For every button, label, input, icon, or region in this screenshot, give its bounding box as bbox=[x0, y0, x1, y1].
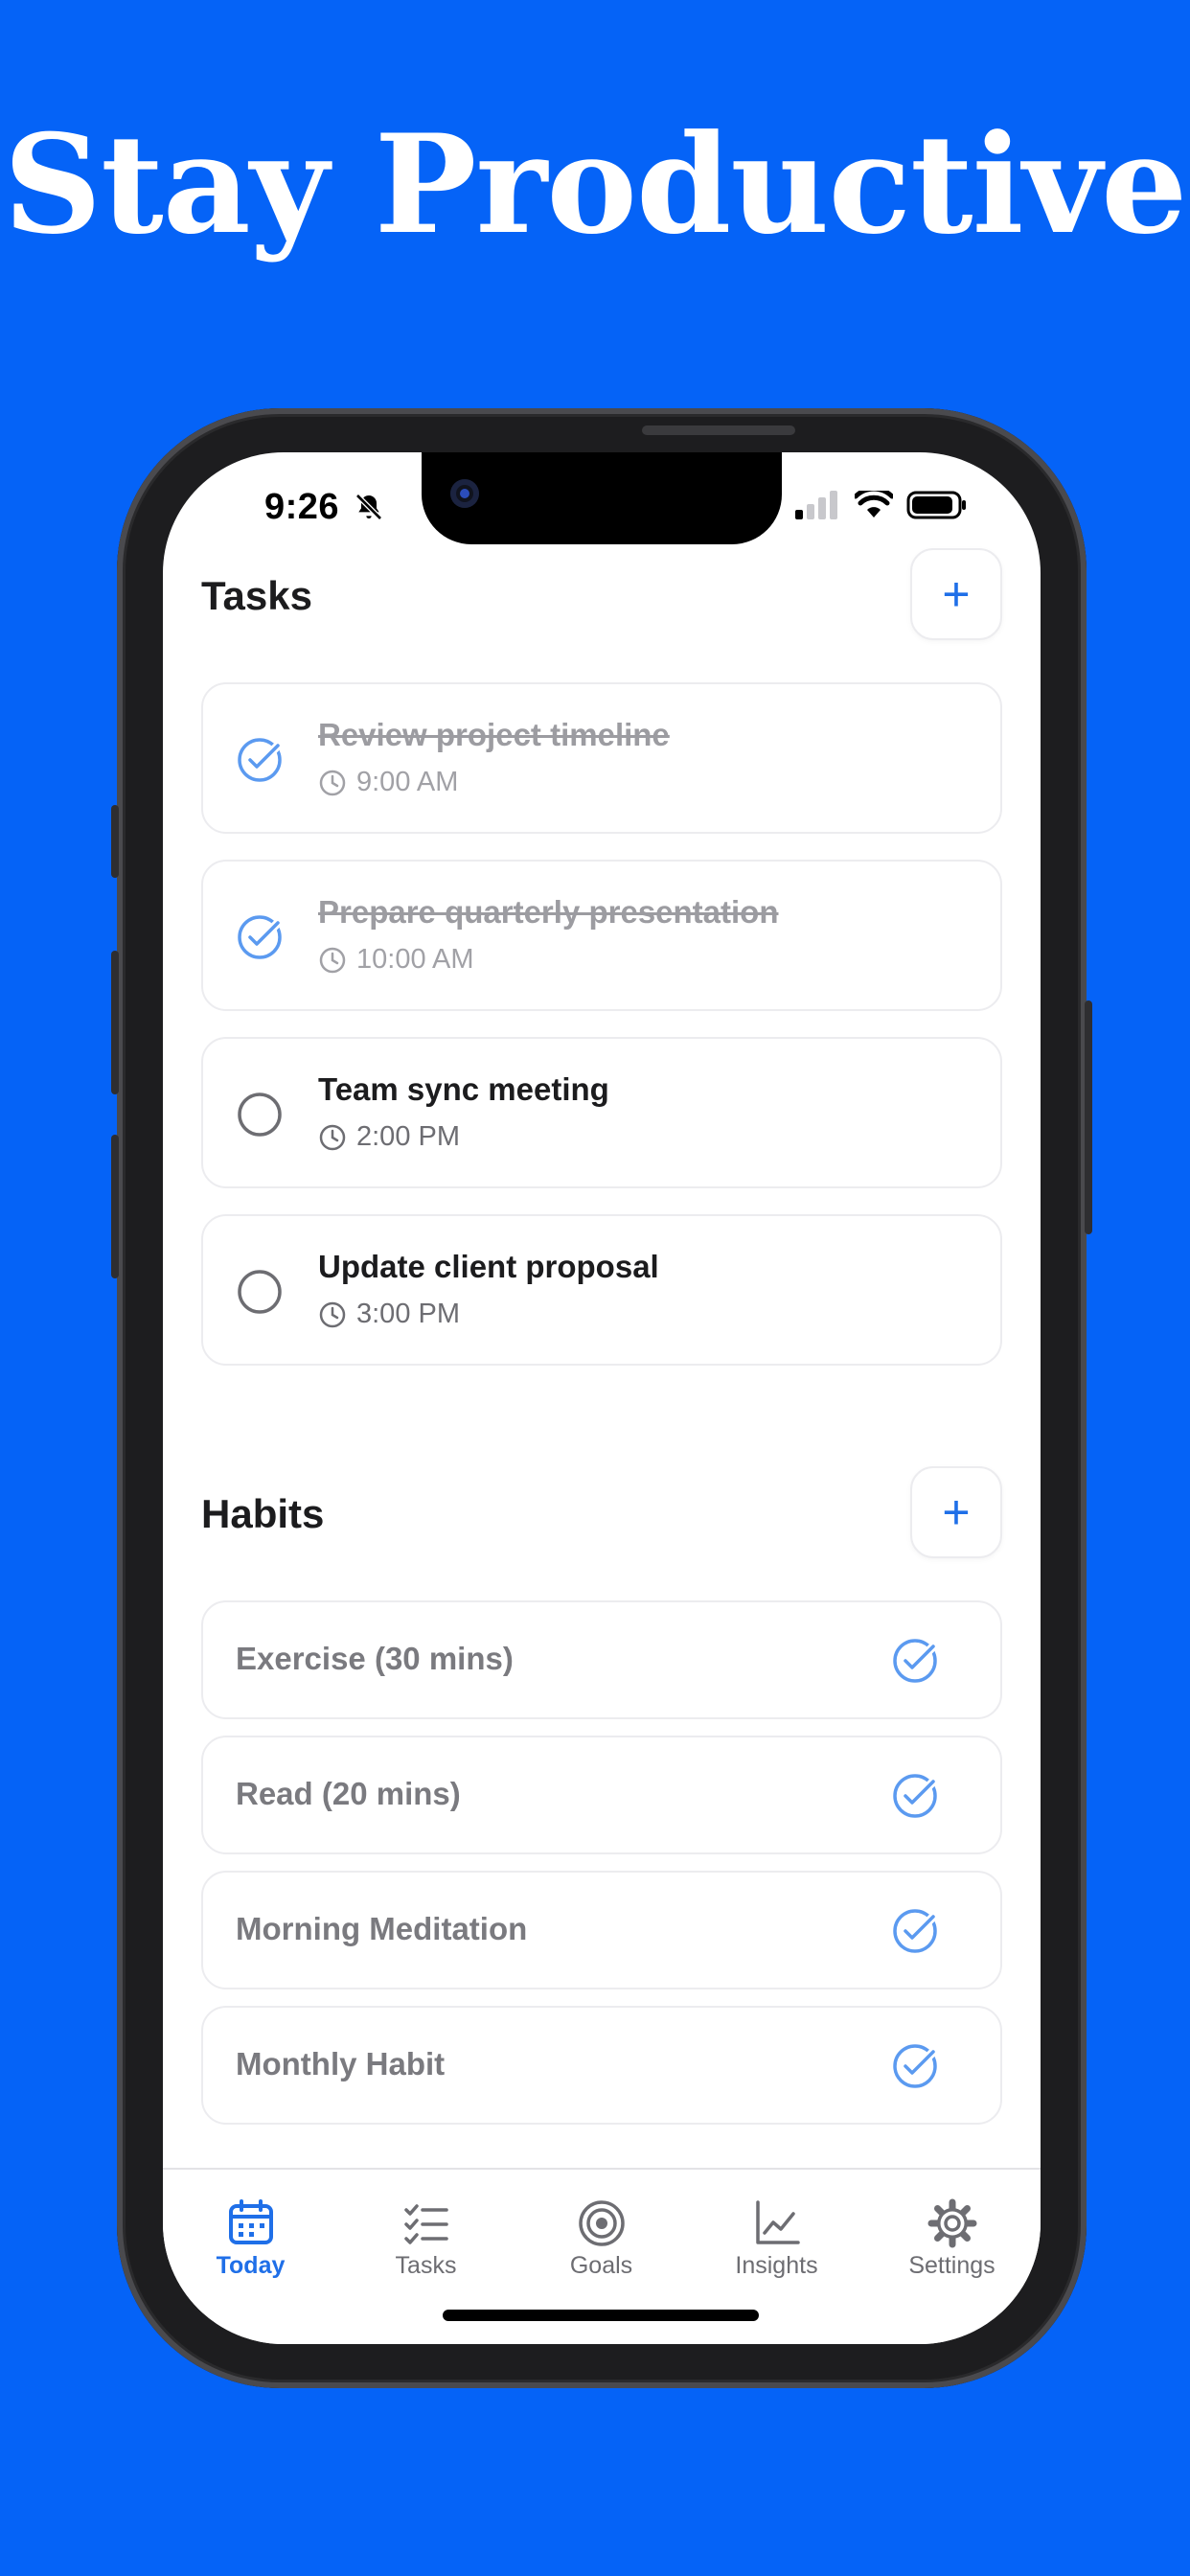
phone-screen: 9:26 Tasks + Review project timeline 9:0… bbox=[163, 452, 1041, 2344]
clock-icon bbox=[319, 947, 346, 973]
front-camera bbox=[450, 479, 479, 508]
tab-label: Today bbox=[216, 2252, 286, 2279]
task-title: Review project timeline bbox=[318, 717, 670, 752]
earpiece-speaker bbox=[642, 426, 795, 435]
task-card[interactable]: Update client proposal 3:00 PM bbox=[201, 1214, 1002, 1366]
gear-icon bbox=[927, 2198, 976, 2248]
tab-today[interactable]: Today bbox=[163, 2198, 338, 2280]
silent-switch bbox=[111, 805, 119, 878]
tab-settings[interactable]: Settings bbox=[864, 2198, 1040, 2280]
tasks-header: Tasks + bbox=[201, 548, 1002, 640]
task-title: Team sync meeting bbox=[318, 1071, 609, 1107]
clock-icon bbox=[319, 1301, 346, 1327]
cellular-signal-icon bbox=[795, 491, 837, 519]
habit-card[interactable]: Read (20 mins) bbox=[201, 1736, 1002, 1854]
tasks-title: Tasks bbox=[201, 573, 312, 618]
tab-label: Settings bbox=[908, 2252, 995, 2279]
add-habit-button[interactable]: + bbox=[910, 1466, 1002, 1558]
task-card[interactable]: Prepare quarterly presentation 10:00 AM bbox=[201, 860, 1002, 1011]
task-time: 10:00 AM bbox=[318, 944, 474, 976]
home-indicator bbox=[443, 2310, 759, 2321]
checkmark-circle-icon[interactable] bbox=[891, 2042, 939, 2090]
task-card[interactable]: Team sync meeting 2:00 PM bbox=[201, 1037, 1002, 1188]
habit-card[interactable]: Morning Meditation bbox=[201, 1871, 1002, 1990]
power-button bbox=[1085, 1000, 1092, 1234]
habits-header: Habits + bbox=[201, 1466, 1002, 1558]
tab-label: Insights bbox=[735, 2252, 818, 2279]
task-time: 2:00 PM bbox=[318, 1121, 460, 1153]
tab-label: Tasks bbox=[395, 2252, 457, 2279]
volume-down-button bbox=[111, 1135, 119, 1278]
volume-up-button bbox=[111, 951, 119, 1094]
tab-insights[interactable]: Insights bbox=[689, 2198, 864, 2280]
tab-label: Goals bbox=[569, 2252, 633, 2279]
tab-tasks[interactable]: Tasks bbox=[338, 2198, 514, 2280]
calendar-icon bbox=[228, 2199, 273, 2244]
clock-icon bbox=[319, 770, 346, 795]
wifi-icon bbox=[855, 491, 893, 518]
checklist-icon bbox=[403, 2204, 448, 2244]
habit-label: Monthly Habit bbox=[236, 2046, 446, 2082]
checkmark-circle-icon[interactable] bbox=[236, 736, 284, 784]
battery-icon bbox=[906, 491, 966, 519]
notch bbox=[422, 452, 782, 544]
chart-icon bbox=[755, 2200, 800, 2244]
task-time: 3:00 PM bbox=[318, 1299, 460, 1330]
habit-card[interactable]: Exercise (30 mins) bbox=[201, 1600, 1002, 1719]
tab-goals[interactable]: Goals bbox=[514, 2198, 689, 2280]
habit-label: Morning Meditation bbox=[236, 1911, 528, 1946]
habit-label: Exercise (30 mins) bbox=[236, 1641, 514, 1676]
checkmark-circle-icon[interactable] bbox=[236, 913, 284, 961]
empty-circle-icon[interactable] bbox=[236, 1091, 284, 1138]
task-title: Prepare quarterly presentation bbox=[318, 894, 779, 930]
empty-circle-icon[interactable] bbox=[236, 1268, 284, 1316]
habit-card[interactable]: Monthly Habit bbox=[201, 2006, 1002, 2125]
checkmark-circle-icon[interactable] bbox=[891, 1772, 939, 1820]
task-title: Update client proposal bbox=[318, 1249, 659, 1284]
status-time: 9:26 bbox=[264, 487, 384, 528]
task-time: 9:00 AM bbox=[318, 767, 458, 798]
checkmark-circle-icon[interactable] bbox=[891, 1637, 939, 1685]
status-indicators bbox=[795, 491, 968, 519]
habits-title: Habits bbox=[201, 1491, 325, 1536]
clock-icon bbox=[319, 1124, 346, 1150]
habit-label: Read (20 mins) bbox=[236, 1776, 461, 1811]
phone-frame: 9:26 Tasks + Review project timeline 9:0… bbox=[111, 408, 1092, 2388]
checkmark-circle-icon[interactable] bbox=[891, 1907, 939, 1955]
hero-title: Stay Productive bbox=[3, 105, 1188, 264]
bell-slash-icon bbox=[355, 494, 383, 520]
add-task-button[interactable]: + bbox=[910, 548, 1002, 640]
target-icon bbox=[578, 2200, 625, 2246]
task-card[interactable]: Review project timeline 9:00 AM bbox=[201, 682, 1002, 834]
